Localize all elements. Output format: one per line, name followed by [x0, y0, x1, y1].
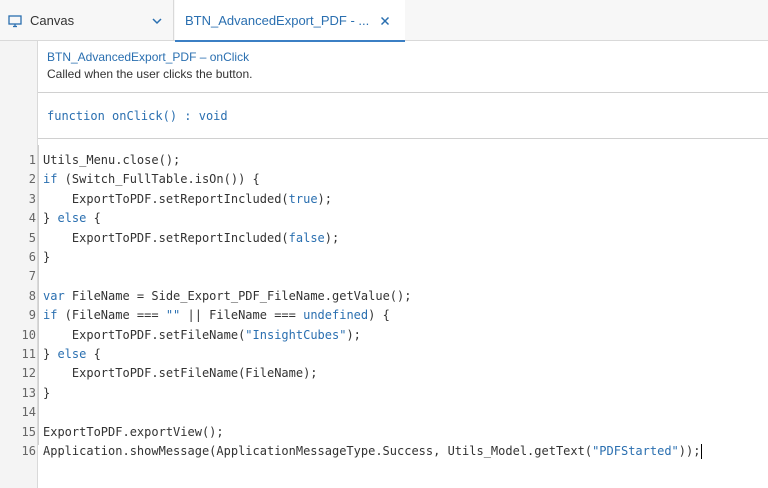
- keyword-token: false: [288, 230, 325, 245]
- signature-return-type: void: [198, 109, 228, 123]
- code-text[interactable]: } else {: [43, 345, 101, 364]
- line-number: 11: [21, 347, 36, 361]
- keyword-token: if: [43, 308, 58, 323]
- code-line[interactable]: 14: [0, 403, 768, 422]
- line-number: 16: [21, 444, 36, 458]
- tab-canvas[interactable]: Canvas: [0, 0, 174, 41]
- line-number: 9: [28, 308, 36, 323]
- code-token: }: [43, 250, 51, 264]
- code-line[interactable]: 3 ExportToPDF.setReportIncluded(true);: [0, 190, 768, 209]
- line-number: 2: [28, 172, 36, 187]
- code-text[interactable]: ExportToPDF.setFileName("InsightCubes");: [43, 326, 361, 345]
- code-token: );: [324, 230, 340, 245]
- tab-script-editor-label: BTN_AdvancedExport_PDF - ...: [185, 13, 370, 28]
- line-number: 15: [21, 424, 36, 439]
- keyword-token: undefined: [303, 308, 369, 323]
- line-number: 4: [28, 211, 36, 226]
- signature-keyword: function: [47, 109, 105, 123]
- code-editor[interactable]: 1 Utils_Menu.close(); 2 if (Switch_FullTabl…: [0, 145, 768, 459]
- tab-bar: Canvas BTN_AdvancedExport_PDF - ...: [0, 0, 768, 42]
- tab-script-editor[interactable]: BTN_AdvancedExport_PDF - ...: [175, 0, 405, 42]
- code-line[interactable]: 4} else {: [0, 209, 768, 228]
- line-number: 7: [28, 269, 36, 284]
- line-number: 8: [28, 288, 36, 303]
- code-text[interactable]: if (FileName === "" || FileName === unde…: [43, 306, 390, 325]
- line-number: 14: [21, 405, 36, 420]
- code-line[interactable]: 12 ExportToPDF.setFileName(FileName);: [0, 364, 768, 383]
- line-number: 3: [28, 191, 36, 206]
- code-token: }: [43, 211, 58, 226]
- text-cursor: [701, 444, 703, 459]
- code-line[interactable]: 8 var FileName = Side_Export_PDF_FileName…: [0, 287, 768, 306]
- string-token: "PDFStarted": [592, 444, 679, 458]
- code-token: Utils_Menu.close();: [43, 153, 181, 167]
- code-text[interactable]: } else {: [43, 209, 101, 228]
- code-token: ExportToPDF.exportView();: [43, 424, 224, 439]
- code-line[interactable]: 2 if (Switch_FullTable.isOn()) {: [0, 170, 768, 189]
- script-title: BTN_AdvancedExport_PDF – onClick: [47, 50, 250, 64]
- code-line[interactable]: 10 ExportToPDF.setFileName("InsightCubes…: [0, 326, 768, 345]
- code-token: ExportToPDF.setFileName(: [43, 327, 246, 342]
- code-line[interactable]: 6}: [0, 248, 768, 267]
- code-token: ExportToPDF.setFileName(FileName);: [43, 366, 318, 381]
- code-line[interactable]: 11} else {: [0, 345, 768, 364]
- string-token: "": [165, 308, 181, 323]
- code-text[interactable]: Application.showMessage(ApplicationMessa…: [43, 442, 703, 461]
- chevron-down-icon[interactable]: [151, 14, 163, 26]
- signature-name: onClick() :: [104, 109, 199, 123]
- code-line[interactable]: 15 ExportToPDF.exportView();: [0, 423, 768, 442]
- code-text[interactable]: var FileName = Side_Export_PDF_FileName.…: [43, 287, 411, 306]
- keyword-token: true: [288, 191, 318, 206]
- code-token: ExportToPDF.setReportIncluded(: [43, 191, 289, 206]
- keyword-token: else: [57, 211, 87, 226]
- code-text[interactable]: if (Switch_FullTable.isOn()) {: [43, 170, 260, 189]
- line-number: 12: [21, 366, 36, 381]
- code-token: );: [346, 327, 361, 342]
- line-number: 13: [21, 385, 36, 400]
- code-text[interactable]: }: [43, 384, 50, 403]
- close-icon[interactable]: [379, 14, 391, 26]
- function-signature: function onClick() : void: [38, 93, 768, 139]
- code-text[interactable]: ExportToPDF.setReportIncluded(false);: [43, 229, 339, 248]
- line-number: 1: [28, 153, 36, 167]
- script-description: Called when the user clicks the button.: [47, 67, 253, 81]
- code-line[interactable]: 9 if (FileName === "" || FileName === und…: [0, 306, 768, 325]
- monitor-icon: [8, 14, 22, 28]
- tab-canvas-label: Canvas: [30, 13, 75, 28]
- script-editor-window: Canvas BTN_AdvancedExport_PDF - ... BTN_…: [0, 0, 768, 488]
- keyword-token: if: [43, 172, 58, 187]
- string-token: "InsightCubes": [245, 327, 347, 342]
- code-token: Application.showMessage(ApplicationMessa…: [43, 444, 593, 458]
- code-token: (Switch_FullTable.isOn()) {: [57, 172, 260, 187]
- code-token: ));: [678, 444, 701, 458]
- keyword-token: else: [57, 347, 87, 361]
- keyword-token: var: [43, 288, 65, 303]
- code-line[interactable]: 16 Application.showMessage(ApplicationMes…: [0, 442, 768, 461]
- code-text[interactable]: ExportToPDF.exportView();: [43, 423, 224, 442]
- code-text[interactable]: ExportToPDF.setFileName(FileName);: [43, 364, 318, 383]
- code-token: || FileName ===: [180, 308, 304, 323]
- line-number: 6: [28, 250, 36, 264]
- code-line[interactable]: 1 Utils_Menu.close();: [0, 151, 768, 170]
- code-token: }: [43, 347, 58, 361]
- code-token: ExportToPDF.setReportIncluded(: [43, 230, 289, 245]
- code-line[interactable]: 13}: [0, 384, 768, 403]
- code-token: }: [43, 385, 51, 400]
- script-header: BTN_AdvancedExport_PDF – onClick Called …: [38, 41, 768, 93]
- code-token: {: [86, 211, 101, 226]
- code-token: (FileName ===: [57, 308, 166, 323]
- code-text[interactable]: ExportToPDF.setReportIncluded(true);: [43, 190, 332, 209]
- code-token: {: [86, 347, 101, 361]
- line-number: 5: [28, 230, 36, 245]
- code-line[interactable]: 7: [0, 267, 768, 286]
- code-token: );: [317, 191, 332, 206]
- code-text[interactable]: Utils_Menu.close();: [43, 151, 180, 170]
- code-text[interactable]: }: [43, 248, 50, 267]
- line-number: 10: [21, 327, 36, 342]
- code-token: ) {: [368, 308, 390, 323]
- code-token: FileName = Side_Export_PDF_FileName.getV…: [64, 288, 412, 303]
- code-line[interactable]: 5 ExportToPDF.setReportIncluded(false);: [0, 229, 768, 248]
